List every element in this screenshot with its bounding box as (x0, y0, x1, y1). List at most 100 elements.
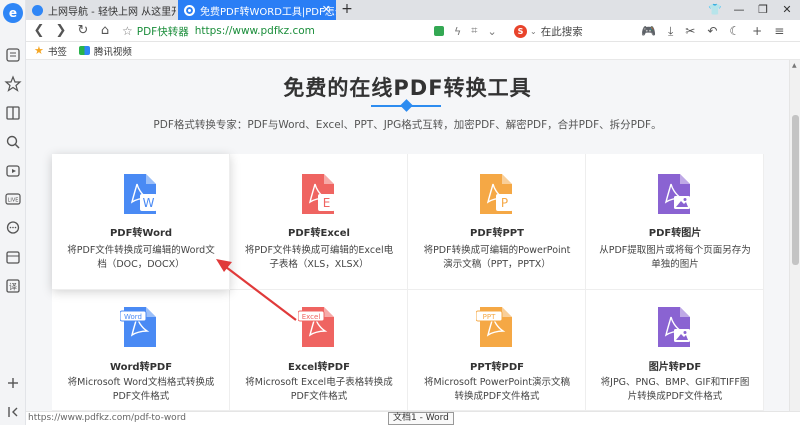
translate-page-icon[interactable]: ⌗ (471, 24, 477, 38)
page-subtitle: PDF格式转换专家：PDF与Word、Excel、PPT、JPG格式互转，加密P… (153, 119, 662, 131)
translate-icon[interactable]: 译 (4, 277, 22, 295)
tool-card-excel-to-pdf[interactable]: Excel Excel转PDF 将Microsoft Excel电子表格转换成P… (230, 290, 408, 411)
bookmark-folder[interactable]: ★ 书签 (34, 44, 67, 58)
tool-name: Word转PDF (109, 362, 173, 373)
tab-navigation[interactable]: 上网导航 - 轻快上网 从这里开始 (26, 0, 176, 20)
lightning-icon[interactable]: ϟ (454, 25, 461, 38)
bookmarks-bar: ★ 书签 腾讯视频 (26, 42, 800, 60)
bookmark-label: 腾讯视频 (93, 46, 132, 58)
scroll-up-icon[interactable]: ▲ (792, 62, 797, 69)
tab-bar: 上网导航 - 轻快上网 从这里开始 免费PDF转WORD工具|PDF怎么转换 ✕… (26, 0, 800, 20)
tool-description: 将PDF文件转换成可编辑的Word文档（DOC，DOCX） (67, 245, 215, 270)
game-controller-icon[interactable]: 🎮 (641, 24, 656, 38)
tool-card-image-to-pdf[interactable]: 图片转PDF 将JPG、PNG、BMP、GIF和TIFF图片转换成PDF文件格式 (586, 290, 764, 411)
window-close-button[interactable]: ✕ (776, 0, 798, 20)
collapse-sidebar-icon[interactable] (4, 403, 22, 421)
menu-icon[interactable]: ≡ (774, 24, 784, 38)
icon-badge-label: Excel (302, 313, 321, 321)
bookmark-star-icon: ★ (34, 44, 44, 57)
icon-badge-letter: W (143, 196, 155, 210)
tool-description: 将Microsoft Word文档格式转换成PDF文件格式 (67, 377, 215, 402)
tool-name: PDF转Word (109, 228, 173, 239)
page-content: 免费的在线PDF转换工具 PDF格式转换专家：PDF与Word、Excel、PP… (26, 60, 789, 411)
tool-name: PPT转PDF (470, 362, 524, 373)
tool-name: PDF转PPT (470, 228, 524, 239)
tool-name: 图片转PDF (648, 362, 702, 373)
add-icon[interactable] (4, 374, 22, 392)
tool-description: 从PDF提取图片或将每个页面另存为单独的图片 (599, 245, 751, 270)
forward-button[interactable]: ❯ (52, 22, 70, 40)
browser-sidebar: e LIVE 译 (0, 0, 26, 425)
tab-label: 上网导航 - 轻快上网 从这里开始 (48, 6, 176, 18)
page-title: 免费的在线PDF转换工具 (283, 76, 532, 100)
icon-badge-letter: P (501, 196, 508, 210)
site-name: PDF快转器 (136, 25, 189, 38)
svg-text:译: 译 (9, 283, 17, 292)
status-bar: https://www.pdfkz.com/pdf-to-word 文档1 - … (26, 411, 800, 425)
tool-card-word-to-pdf[interactable]: Word Word转PDF 将Microsoft Word文档格式转换成PDF文… (52, 290, 230, 411)
tool-description: 将JPG、PNG、BMP、GIF和TIFF图片转换成PDF文件格式 (600, 377, 750, 402)
search-icon[interactable] (4, 133, 22, 151)
home-icon[interactable]: ⌂ (96, 22, 114, 40)
chat-bubble-icon[interactable] (4, 219, 22, 237)
tool-name: PDF转Excel (288, 228, 350, 239)
bookmark-tencent-video[interactable]: 腾讯视频 (78, 44, 132, 58)
reader-mode-icon[interactable] (434, 26, 444, 36)
sogou-search-icon: S (514, 24, 527, 38)
video-icon[interactable] (4, 162, 22, 180)
restore-button[interactable]: ❐ (752, 0, 774, 20)
browser-logo-icon[interactable]: e (3, 3, 23, 23)
search-engine-chevron-icon[interactable]: ⌄ (530, 27, 537, 36)
icon-badge-label: PPT (483, 313, 496, 321)
shirt-skin-icon[interactable]: 👕 (704, 0, 726, 20)
icon-badge-letter: E (323, 196, 331, 210)
title-divider (371, 99, 441, 112)
live-icon[interactable]: LIVE (4, 190, 22, 208)
tab-label: 免费PDF转WORD工具|PDF怎么转换 (200, 6, 336, 18)
mail-box-icon[interactable] (4, 248, 22, 266)
bookmark-label: 书签 (47, 46, 67, 58)
tool-description: 将PDF转换成可编辑的PowerPoint演示文稿（PPT，PPTX） (423, 245, 571, 270)
scissors-icon[interactable]: ✂ (685, 24, 695, 38)
tool-card-pdf-to-image[interactable]: PDF转图片 从PDF提取图片或将每个页面另存为单独的图片 (586, 154, 764, 290)
taskbar-tooltip: 文档1 - Word (388, 412, 454, 425)
back-button[interactable]: ❮ (30, 22, 48, 40)
icon-badge-label: Word (124, 313, 142, 321)
svg-text:LIVE: LIVE (8, 198, 19, 204)
minimize-button[interactable]: — (728, 0, 750, 20)
url-text[interactable]: https://www.pdfkz.com (195, 25, 315, 37)
scrollbar-thumb[interactable] (792, 115, 799, 265)
pdf-to-word-icon: W (120, 172, 162, 216)
tool-description: 将Microsoft PowerPoint演示文稿转换成PDF文件格式 (423, 377, 571, 402)
tool-card-pdf-to-ppt[interactable]: P PDF转PPT 将PDF转换成可编辑的PowerPoint演示文稿（PPT，… (408, 154, 586, 290)
tool-card-pdf-to-word[interactable]: W PDF转Word 将PDF文件转换成可编辑的Word文档（DOC，DOCX） (52, 154, 230, 290)
pdf-to-excel-icon: E (298, 172, 340, 216)
tencent-video-icon (78, 46, 90, 55)
undo-icon[interactable]: ↶ (707, 24, 717, 38)
reading-book-icon[interactable] (4, 104, 22, 122)
tool-description: 将Microsoft Excel电子表格转换成PDF文件格式 (245, 377, 393, 402)
browser-tools: 🎮 ⤓ ✂ ↶ ☾ + ≡ (641, 22, 784, 40)
reload-button[interactable]: ↻ (74, 22, 92, 40)
tool-card-pdf-to-excel[interactable]: E PDF转Excel 将PDF文件转换成可编辑的Excel电子表格（XLS，X… (230, 154, 408, 290)
favorites-star-icon[interactable] (4, 75, 22, 93)
status-url: https://www.pdfkz.com/pdf-to-word (28, 413, 186, 423)
address-actions: ϟ ⌗ ⌄ (434, 23, 497, 39)
tab-close-icon[interactable]: ✕ (322, 3, 331, 16)
chevron-down-icon[interactable]: ⌄ (487, 25, 496, 38)
download-icon[interactable]: ⤓ (668, 24, 673, 39)
add-icon[interactable]: + (752, 24, 762, 38)
vertical-scrollbar[interactable]: ▲ (789, 60, 800, 411)
news-icon[interactable] (4, 46, 22, 64)
tab-pdf-converter[interactable]: 免费PDF转WORD工具|PDF怎么转换 ✕ (178, 0, 336, 20)
bookmark-star-icon[interactable]: ☆ (122, 24, 133, 38)
search-input[interactable]: S ⌄ 在此搜索 (514, 22, 634, 40)
search-placeholder: 在此搜索 (540, 25, 583, 38)
image-to-pdf-icon (654, 305, 696, 349)
tool-name: Excel转PDF (288, 362, 350, 373)
tool-grid: W PDF转Word 将PDF文件转换成可编辑的Word文档（DOC，DOCX）… (52, 154, 764, 411)
ppt-to-pdf-icon: PPT (475, 305, 518, 349)
night-mode-icon[interactable]: ☾ (729, 24, 740, 38)
new-tab-button[interactable]: + (338, 0, 356, 20)
tool-card-ppt-to-pdf[interactable]: PPT PPT转PDF 将Microsoft PowerPoint演示文稿转换成… (408, 290, 586, 411)
